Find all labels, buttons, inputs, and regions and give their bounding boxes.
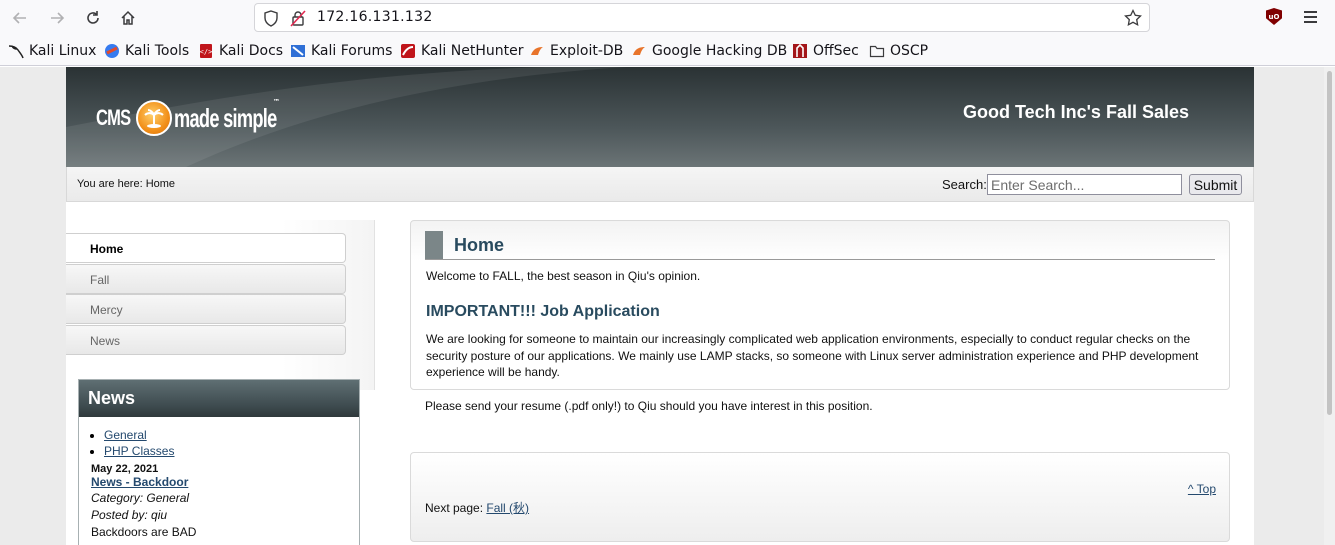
scrollbar-thumb[interactable] (1327, 71, 1332, 415)
kali-tools-icon (104, 43, 120, 59)
nav-item-mercy[interactable]: Mercy (66, 294, 346, 324)
svg-text:</>: </> (200, 48, 213, 56)
exploit-db-icon (529, 43, 545, 59)
news-category: Category: General (91, 491, 190, 505)
welcome-text: Welcome to FALL, the best season in Qiu'… (426, 269, 701, 283)
job-heading: IMPORTANT!!! Job Application (426, 303, 660, 320)
search-submit-button[interactable]: Submit (1189, 174, 1242, 195)
folder-icon (869, 43, 885, 59)
offsec-icon (792, 43, 808, 59)
news-heading: News (79, 380, 359, 417)
kali-docs-icon: </> (198, 43, 214, 59)
news-category-list: General PHP Classes (104, 427, 359, 459)
search-input[interactable] (987, 174, 1182, 195)
logo-made-simple-text: made simple (173, 102, 277, 133)
content-footer (410, 452, 1230, 542)
bookmark-offsec[interactable]: OffSec (792, 42, 859, 60)
app-menu-button[interactable] (1300, 8, 1320, 28)
search-label: Search: (942, 177, 987, 192)
reload-icon (87, 11, 99, 24)
ublock-origin-icon[interactable]: uO (1266, 8, 1282, 25)
cms-made-simple-logo[interactable]: CMS made simple ™ (96, 98, 320, 136)
forward-button[interactable] (44, 5, 70, 31)
bookmark-exploit-db[interactable]: Exploit-DB (529, 42, 623, 60)
bookmark-kali-docs[interactable]: </> Kali Docs (198, 42, 283, 60)
arrow-right-icon (51, 12, 65, 24)
news-article-title-link[interactable]: News - Backdoor (91, 475, 188, 489)
content-panel: Home Welcome to FALL, the best season in… (410, 220, 1230, 390)
palm-island-icon (135, 100, 172, 136)
next-page-link[interactable]: Fall (秋) (486, 501, 529, 515)
nav-item-home[interactable]: Home (66, 233, 346, 263)
sidebar: Home Fall Mercy News News General PHP Cl… (66, 220, 375, 545)
ghdb-icon (631, 43, 647, 59)
logo-trademark: ™ (273, 98, 280, 106)
url-text[interactable]: 172.16.131.132 (317, 9, 433, 25)
reload-button[interactable] (80, 5, 106, 31)
nav-item-news[interactable]: News (66, 325, 346, 355)
site-header: CMS made simple ™ Good Tech Inc's Fall S… (66, 67, 1254, 167)
insecure-lock-icon[interactable] (290, 10, 306, 27)
nav-item-fall[interactable]: Fall (66, 264, 346, 294)
site-title: Good Tech Inc's Fall Sales (962, 102, 1189, 122)
kali-forums-icon (290, 43, 306, 59)
bookmark-kali-nethunter[interactable]: Kali NetHunter (400, 42, 523, 60)
news-category-general-link[interactable]: General (104, 428, 147, 442)
bookmark-folder-oscp[interactable]: OSCP (869, 42, 928, 60)
news-summary: Backdoors are BAD (91, 525, 197, 539)
news-category-php-classes-link[interactable]: PHP Classes (104, 444, 174, 458)
heading-accent-bar (425, 231, 443, 259)
url-bar[interactable]: 172.16.131.132 (254, 3, 1150, 32)
back-button[interactable] (7, 5, 33, 31)
page-title: Home (454, 235, 505, 255)
logo-cms-text: CMS (96, 105, 131, 130)
arrow-left-icon (12, 12, 26, 24)
bookmarks-toolbar: Kali Linux Kali Tools </> Kali Docs Kali… (0, 36, 1335, 66)
resume-instructions: Please send your resume (.pdf only!) to … (425, 399, 873, 413)
bookmark-kali-linux[interactable]: Kali Linux (8, 42, 96, 60)
news-author: Posted by: qiu (91, 508, 168, 522)
next-page: Next page: Fall (秋) (425, 499, 529, 516)
bookmark-kali-forums[interactable]: Kali Forums (290, 42, 392, 60)
page-heading: Home (425, 231, 1215, 260)
list-item: General (104, 427, 359, 443)
back-to-top-link[interactable]: ^ Top (1188, 482, 1216, 496)
list-item: PHP Classes (104, 443, 359, 459)
news-box: News General PHP Classes May 22, 2021 Ne… (78, 379, 360, 545)
next-page-label: Next page: (425, 501, 487, 515)
home-icon (121, 10, 135, 25)
browser-toolbar: 172.16.131.132 uO (0, 0, 1335, 36)
main-content: Home Welcome to FALL, the best season in… (410, 220, 1230, 545)
bookmark-star-icon[interactable] (1124, 9, 1142, 27)
breadcrumb: You are here: Home (77, 178, 176, 190)
bookmark-google-hacking-db[interactable]: Google Hacking DB (631, 42, 787, 60)
news-article: May 22, 2021 News - Backdoor Category: G… (91, 463, 359, 541)
kali-nethunter-icon (400, 43, 416, 59)
tracking-shield-icon[interactable] (263, 10, 279, 27)
page-container: CMS made simple ™ Good Tech Inc's Fall S… (66, 67, 1254, 545)
page-viewport: CMS made simple ™ Good Tech Inc's Fall S… (0, 67, 1324, 545)
news-date: May 22, 2021 (91, 463, 159, 475)
breadcrumb-bar: You are here: Home Search: Submit (66, 167, 1254, 202)
job-description: We are looking for someone to maintain o… (426, 332, 1199, 379)
page-scrollbar[interactable] (1324, 67, 1335, 545)
kali-dragon-icon (8, 43, 24, 59)
home-button[interactable] (115, 5, 141, 31)
bookmark-kali-tools[interactable]: Kali Tools (104, 42, 189, 60)
